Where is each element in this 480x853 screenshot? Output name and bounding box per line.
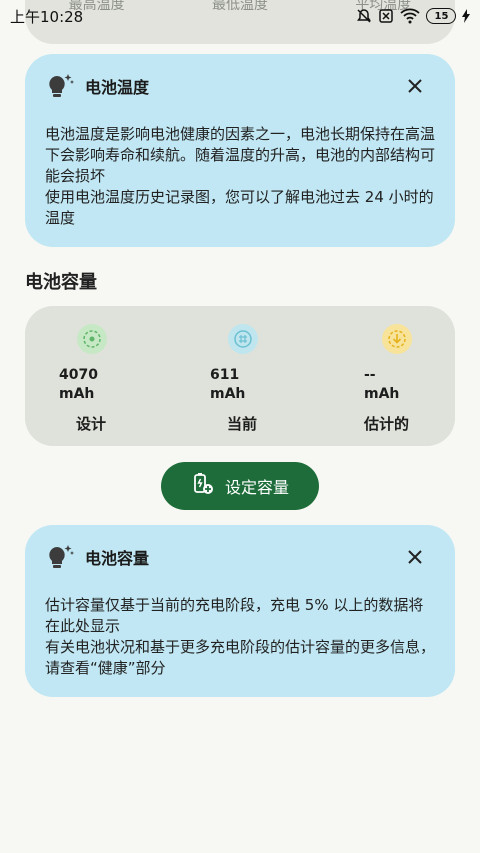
charging-icon <box>462 9 470 23</box>
set-capacity-button[interactable]: 设定容量 <box>161 462 319 510</box>
status-time: 上午10:28 <box>10 7 84 26</box>
battery-icon: 15 <box>426 8 456 24</box>
capacity-value: 611 mAh <box>210 367 246 402</box>
card-title: 电池温度 <box>85 78 150 97</box>
set-capacity-label: 设定容量 <box>224 478 289 497</box>
design-capacity-icon <box>77 324 107 354</box>
current-capacity-icon <box>228 324 258 354</box>
wifi-icon <box>400 8 420 24</box>
lightbulb-icon <box>45 71 75 101</box>
capacity-label: 估计的 <box>364 415 410 433</box>
capacity-design: 4070 mAh 设计 <box>59 324 169 434</box>
capacity-label: 设计 <box>76 415 107 433</box>
status-icons: 15 <box>356 8 470 24</box>
status-bar: 上午10:28 15 <box>0 0 480 32</box>
battery-temperature-info-card: 电池温度 电池温度是影响电池健康的因素之一，电池长期保持在高温下会影响寿命和续航… <box>25 54 455 247</box>
battery-capacity-info-card: 电池容量 估计容量仅基于当前的充电阶段，充电 5% 以上的数据将在此处显示 有关… <box>25 525 455 697</box>
card-body-text: 估计容量仅基于当前的充电阶段，充电 5% 以上的数据将在此处显示 有关电池状况和… <box>45 596 436 677</box>
card-title: 电池容量 <box>85 549 150 568</box>
capacity-estimated: -- mAh 估计的 <box>364 324 474 434</box>
no-sim-icon <box>378 8 394 24</box>
card-header: 电池容量 <box>45 525 435 585</box>
close-icon[interactable] <box>403 74 427 98</box>
card-header: 电池温度 <box>45 54 435 114</box>
mute-icon <box>356 8 372 24</box>
capacity-label: 当前 <box>227 415 258 433</box>
lightbulb-icon <box>45 542 75 572</box>
capacity-stats-card: 4070 mAh 设计 611 mAh 当前 -- mAh 估计的 <box>25 306 455 446</box>
battery-add-icon <box>191 472 215 500</box>
capacity-value: 4070 mAh <box>59 367 98 402</box>
capacity-current: 611 mAh 当前 <box>210 324 320 434</box>
card-body-text: 电池温度是影响电池健康的因素之一，电池长期保持在高温下会影响寿命和续航。随着温度… <box>45 125 436 227</box>
estimated-capacity-icon <box>382 324 412 354</box>
close-icon[interactable] <box>403 545 427 569</box>
capacity-value: -- mAh <box>364 367 400 402</box>
section-title: 电池容量 <box>25 272 97 293</box>
